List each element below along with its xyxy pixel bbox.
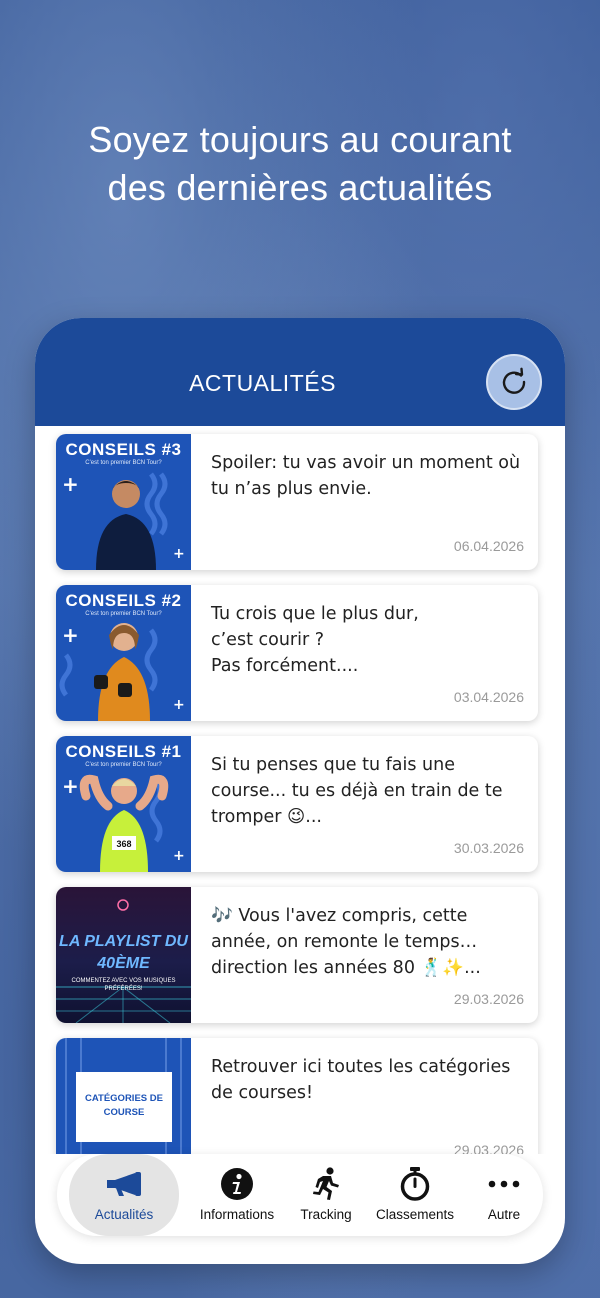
news-thumbnail: CONSEILS #2 C'est ton premier BCN Tour? … (56, 585, 191, 721)
tab-tracking[interactable]: Tracking (279, 1154, 373, 1236)
thumb-title: LA PLAYLIST DU 40ÈME (59, 933, 188, 972)
thumb-subtitle: C'est ton premier BCN Tour? (85, 762, 162, 768)
phone-screen: ACTUALITÉS CONSEILS #3 C'est ton premier… (35, 318, 565, 1264)
bottom-tab-bar: Actualités Informations Tracking Classem… (57, 1154, 543, 1236)
page-title: ACTUALITÉS (189, 370, 336, 396)
tab-label: Actualités (94, 1207, 154, 1222)
info-icon (221, 1168, 253, 1200)
promo-headline: Soyez toujours au courant des dernières … (0, 116, 600, 212)
plus-icon: + (62, 623, 79, 647)
tab-label: Tracking (300, 1207, 352, 1222)
stopwatch-icon (400, 1167, 430, 1201)
tab-informations[interactable]: Informations (190, 1154, 284, 1236)
tab-label: Informations (199, 1207, 275, 1222)
thumb-title: CATÉGORIES DE COURSE (85, 1093, 163, 1118)
headline-line-1: Soyez toujours au courant (88, 119, 512, 160)
news-date: 29.03.2026 (453, 1142, 524, 1154)
thumb-subtitle: C'est ton premier BCN Tour? (85, 611, 162, 617)
refresh-button[interactable] (486, 354, 542, 410)
headline-line-2: des dernières actualités (107, 167, 493, 208)
news-date: 29.03.2026 (453, 991, 524, 1007)
svg-text:368: 368 (116, 839, 131, 849)
more-icon (488, 1180, 520, 1188)
news-card[interactable]: 368 CONSEILS #1 C'est ton premier BCN To… (56, 736, 538, 872)
news-thumbnail: LA PLAYLIST DU 40ÈME COMMENTEZ AVEC VOS … (56, 887, 191, 1023)
plus-icon: + (62, 472, 79, 496)
news-date: 03.04.2026 (453, 689, 524, 705)
news-date: 30.03.2026 (453, 840, 524, 856)
thumb-subtitle: COMMENTEZ AVEC VOS MUSIQUES PRÉFÉRÉES! (71, 978, 176, 992)
news-feed[interactable]: CONSEILS #3 C'est ton premier BCN Tour? … (35, 426, 565, 1154)
tab-actualites[interactable]: Actualités (69, 1154, 179, 1236)
news-thumbnail: CATÉGORIES DE COURSE (56, 1038, 191, 1154)
news-card[interactable]: CATÉGORIES DE COURSE Retrouver ici toute… (56, 1038, 538, 1154)
news-thumbnail: CONSEILS #3 C'est ton premier BCN Tour? … (56, 434, 191, 570)
tab-label: Autre (487, 1207, 521, 1222)
news-text: Si tu penses que tu fais une course... t… (211, 755, 503, 827)
news-text: 🎶 Vous l'avez compris, cette année, on r… (211, 906, 481, 978)
plus-icon: + (173, 697, 185, 713)
tab-label: Classements (375, 1207, 455, 1222)
refresh-icon (502, 367, 526, 394)
app-header: ACTUALITÉS (35, 318, 565, 426)
thumb-title: CONSEILS #3 (65, 440, 182, 459)
megaphone-icon (107, 1172, 141, 1196)
thumb-subtitle: C'est ton premier BCN Tour? (85, 460, 162, 466)
news-card[interactable]: CONSEILS #2 C'est ton premier BCN Tour? … (56, 585, 538, 721)
news-card[interactable]: CONSEILS #3 C'est ton premier BCN Tour? … (56, 434, 538, 570)
tab-autre[interactable]: Autre (457, 1154, 551, 1236)
news-text: Retrouver ici toutes les catégories de c… (211, 1057, 511, 1103)
thumb-title: CONSEILS #1 (65, 742, 182, 761)
plus-icon: + (173, 546, 185, 562)
news-date: 06.04.2026 (453, 538, 524, 554)
plus-icon: + (62, 774, 79, 798)
runner-icon (313, 1167, 339, 1200)
tab-classements[interactable]: Classements (368, 1154, 462, 1236)
news-text: Tu crois que le plus dur, c’est courir ?… (211, 604, 419, 676)
news-card[interactable]: LA PLAYLIST DU 40ÈME COMMENTEZ AVEC VOS … (56, 887, 538, 1023)
news-thumbnail: 368 CONSEILS #1 C'est ton premier BCN To… (56, 736, 191, 872)
thumb-title: CONSEILS #2 (65, 591, 182, 610)
news-text: Spoiler: tu vas avoir un moment où tu n’… (211, 453, 521, 499)
plus-icon: + (173, 848, 185, 864)
